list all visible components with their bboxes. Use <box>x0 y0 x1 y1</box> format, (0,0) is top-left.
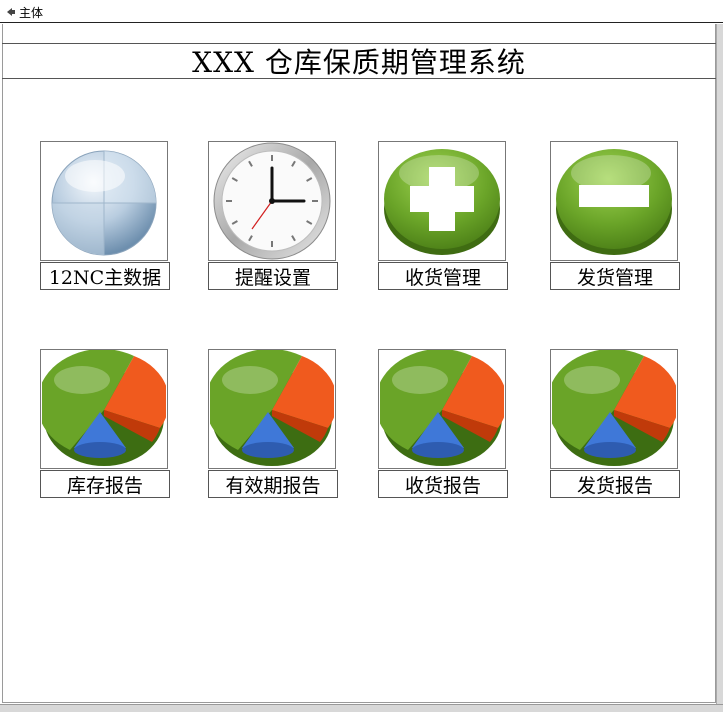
tile-shipping-report[interactable]: 发货报告 <box>550 349 680 498</box>
clock-icon <box>213 142 331 260</box>
horizontal-scrollbar[interactable] <box>0 704 723 712</box>
tile-icon-box[interactable] <box>40 141 168 261</box>
tile-label[interactable]: 12NC主数据 <box>40 262 170 290</box>
page-title: XXX 仓库保质期管理系统 <box>2 43 716 79</box>
tile-12nc-master-data[interactable]: 12NC主数据 <box>40 141 170 290</box>
pie-chart-icon <box>210 350 334 466</box>
tile-label[interactable]: 库存报告 <box>40 470 170 498</box>
tile-label[interactable]: 收货管理 <box>378 262 508 290</box>
plus-icon <box>384 149 500 255</box>
minus-icon <box>556 149 672 255</box>
globe-icon <box>51 150 157 256</box>
pie-chart-icon <box>552 350 676 466</box>
tile-icon-box[interactable] <box>208 141 336 261</box>
tile-label[interactable]: 发货管理 <box>550 262 680 290</box>
tile-icon-box[interactable] <box>378 349 506 469</box>
tile-label[interactable]: 有效期报告 <box>208 470 338 498</box>
tile-label[interactable]: 发货报告 <box>550 470 680 498</box>
tile-receiving-report[interactable]: 收货报告 <box>378 349 508 498</box>
tile-label[interactable]: 收货报告 <box>378 470 508 498</box>
tile-reminder-settings[interactable]: 提醒设置 <box>208 141 338 290</box>
pie-chart-icon <box>380 350 504 466</box>
tile-icon-box[interactable] <box>40 349 168 469</box>
pie-chart-icon <box>42 350 166 466</box>
tile-receiving-management[interactable]: 收货管理 <box>378 141 508 290</box>
tile-icon-box[interactable] <box>378 141 506 261</box>
tile-icon-box[interactable] <box>550 141 678 261</box>
tab-main[interactable]: 主体 <box>6 3 43 21</box>
form-icon <box>7 8 15 16</box>
vertical-scrollbar[interactable] <box>716 24 723 705</box>
tile-icon-box[interactable] <box>208 349 336 469</box>
tab-label: 主体 <box>19 5 44 20</box>
tile-shipping-management[interactable]: 发货管理 <box>550 141 680 290</box>
tab-bar: 主体 <box>0 0 723 23</box>
tile-icon-box[interactable] <box>550 349 678 469</box>
tile-inventory-report[interactable]: 库存报告 <box>40 349 170 498</box>
tile-label[interactable]: 提醒设置 <box>208 262 338 290</box>
tile-expiry-report[interactable]: 有效期报告 <box>208 349 338 498</box>
